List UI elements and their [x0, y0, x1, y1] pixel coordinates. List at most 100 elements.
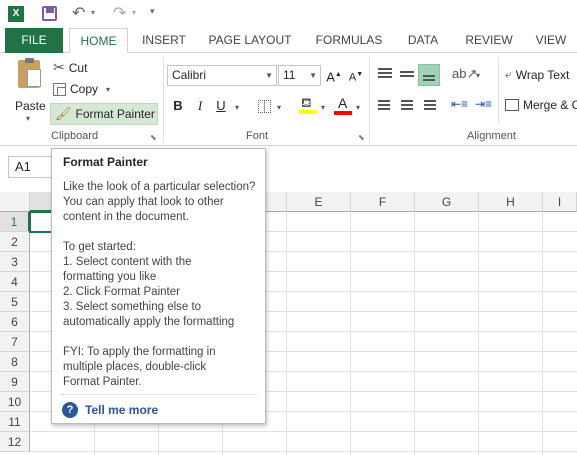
align-right-button[interactable] [420, 98, 438, 114]
select-all-corner[interactable] [0, 192, 30, 212]
gridline [414, 212, 415, 455]
column-header[interactable]: F [351, 192, 415, 212]
tell-me-more-link[interactable]: ? Tell me more [62, 402, 158, 418]
tab-review[interactable]: REVIEW [461, 28, 517, 53]
wrap-text-button[interactable]: ⤶ Wrap Text [505, 67, 569, 82]
redo-dropdown-icon[interactable]: ▾ [132, 8, 136, 17]
scissors-icon: ✂ [53, 59, 65, 75]
undo-dropdown-icon[interactable]: ▾ [91, 8, 95, 17]
paste-button[interactable]: Paste ▾ [13, 58, 49, 126]
group-divider [498, 57, 499, 123]
chevron-down-icon: ▼ [309, 71, 317, 80]
paste-dropdown-icon: ▾ [26, 114, 31, 123]
tab-home[interactable]: HOME [69, 28, 128, 54]
row-header[interactable]: 5 [0, 292, 30, 312]
row-header[interactable]: 6 [0, 312, 30, 332]
column-header[interactable]: H [479, 192, 543, 212]
redo-icon[interactable]: ↷ [113, 3, 126, 23]
alignment-group-label: Alignment [467, 130, 516, 142]
column-header[interactable]: E [287, 192, 351, 212]
align-center-button[interactable] [398, 98, 416, 114]
grow-font-button[interactable]: A▲ [324, 65, 344, 85]
tooltip-step-2: 2. Click Format Painter [63, 286, 180, 298]
tab-data[interactable]: DATA [401, 28, 445, 53]
font-launcher-icon[interactable]: ⬊ [358, 133, 365, 142]
help-icon: ? [62, 402, 78, 418]
merge-center-button[interactable]: Merge & C [505, 98, 577, 112]
font-name-value: Calibri [172, 68, 207, 82]
format-painter-tooltip: Format Painter Like the look of a partic… [51, 148, 266, 424]
wrap-text-icon: ⤶ [505, 67, 512, 81]
column-header[interactable]: I [543, 192, 577, 212]
save-icon[interactable] [42, 6, 57, 21]
tab-insert[interactable]: INSERT [138, 28, 190, 53]
cut-button[interactable]: ✂ Cut [53, 59, 87, 76]
name-box[interactable]: A1 [8, 156, 53, 178]
font-color-button[interactable]: A [333, 95, 353, 115]
tooltip-step-1: 1. Select content with the formatting yo… [63, 256, 192, 283]
format-painter-label: Format Painter [75, 107, 155, 121]
tooltip-description: Like the look of a particular selection?… [63, 181, 256, 223]
font-name-combo[interactable]: Calibri ▼ [167, 65, 277, 86]
group-divider [369, 57, 370, 143]
tab-view[interactable]: VIEW [532, 28, 570, 53]
bold-button[interactable]: B [168, 96, 188, 116]
row-header[interactable]: 7 [0, 332, 30, 352]
align-center-icon [401, 100, 413, 102]
underline-button[interactable]: U [211, 96, 231, 116]
italic-button[interactable]: I [190, 96, 210, 116]
decrease-indent-button[interactable]: ⇤≡ [451, 97, 468, 111]
gridline [30, 451, 577, 452]
copy-icon [53, 82, 66, 96]
top-align-button[interactable] [376, 66, 394, 84]
middle-align-button[interactable] [398, 66, 416, 84]
font-size-combo[interactable]: 11 ▼ [278, 65, 321, 86]
font-color-dropdown-icon[interactable]: ▾ [356, 103, 360, 112]
quick-access-toolbar: X ↶ ▾ ↷ ▾ ▾ [0, 0, 577, 28]
tab-file[interactable]: FILE [5, 28, 63, 53]
row-header[interactable]: 2 [0, 232, 30, 252]
fill-color-button[interactable]: ⛾ [298, 95, 318, 115]
increase-indent-button[interactable]: ⇥≡ [475, 97, 492, 111]
cut-label: Cut [68, 60, 88, 75]
bottom-align-icon [423, 75, 435, 77]
copy-button[interactable]: Copy ▾ [53, 82, 110, 96]
clipboard-launcher-icon[interactable]: ⬊ [150, 133, 157, 142]
row-header[interactable]: 8 [0, 352, 30, 372]
row-header[interactable]: 4 [0, 272, 30, 292]
orientation-button[interactable]: ab↗ [452, 66, 477, 82]
shrink-font-button[interactable]: A▼ [346, 65, 366, 85]
tooltip-step-3: 3. Select something else to automaticall… [63, 301, 235, 328]
group-divider [163, 57, 164, 143]
gridline [286, 212, 287, 455]
orientation-dropdown-icon[interactable]: ▾ [476, 71, 480, 80]
format-painter-button[interactable]: 🖌 Format Painter [50, 103, 158, 125]
gridline [30, 431, 577, 432]
borders-dropdown-icon[interactable]: ▾ [277, 103, 281, 112]
row-header[interactable]: 9 [0, 372, 30, 392]
underline-dropdown-icon[interactable]: ▾ [235, 103, 239, 112]
borders-button[interactable] [258, 100, 271, 113]
merge-icon [505, 99, 519, 111]
bottom-align-button[interactable] [418, 64, 440, 86]
font-group-label: Font [246, 130, 269, 142]
row-header[interactable]: 11 [0, 412, 30, 432]
tab-formulas[interactable]: FORMULAS [311, 28, 387, 53]
row-header[interactable]: 3 [0, 252, 30, 272]
wrap-text-label: Wrap Text [515, 67, 570, 82]
orientation-icon: ab↗ [452, 66, 478, 81]
align-left-button[interactable] [376, 98, 394, 114]
tab-page-layout[interactable]: PAGE LAYOUT [205, 28, 295, 53]
copy-label: Copy [70, 82, 99, 96]
undo-icon[interactable]: ↶ [72, 3, 85, 23]
row-header[interactable]: 12 [0, 432, 30, 452]
chevron-down-icon: ▼ [265, 71, 273, 80]
align-left-icon [378, 100, 390, 102]
tooltip-title: Format Painter [63, 155, 148, 169]
row-header[interactable]: 10 [0, 392, 30, 412]
align-right-icon [424, 100, 436, 102]
row-header[interactable]: 1 [0, 212, 30, 232]
column-header[interactable]: G [415, 192, 479, 212]
customize-qat-icon[interactable]: ▾ [150, 6, 155, 17]
fill-color-dropdown-icon[interactable]: ▾ [321, 103, 325, 112]
